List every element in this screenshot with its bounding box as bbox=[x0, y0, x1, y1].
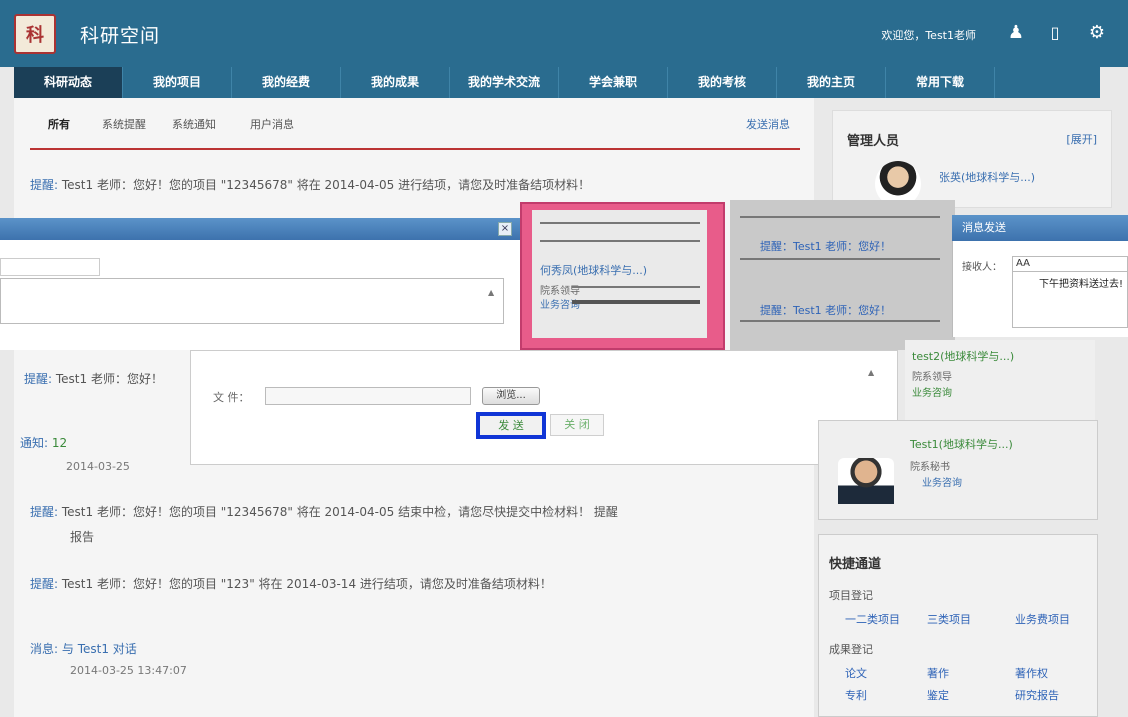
divider bbox=[540, 222, 700, 224]
send-message-link[interactable]: 发送消息 bbox=[746, 116, 790, 132]
project-section-label: 项目登记 bbox=[829, 589, 873, 602]
gear-icon[interactable]: ⚙ bbox=[1086, 22, 1108, 44]
tab-system-reminder[interactable]: 系统提醒 bbox=[102, 116, 146, 132]
admin-person-name[interactable]: 何秀凤(地球科学与...) bbox=[540, 262, 647, 278]
tab-all[interactable]: 所有 bbox=[48, 116, 70, 132]
nav-item-assessment[interactable]: 我的考核 bbox=[668, 67, 777, 98]
result-link-copyright[interactable]: 著作权 bbox=[1015, 665, 1048, 681]
notice-date: 2014-03-25 13:47:07 bbox=[70, 664, 187, 677]
main-nav: 科研动态 我的项目 我的经费 我的成果 我的学术交流 学会兼职 我的考核 我的主… bbox=[14, 67, 1100, 98]
result-link-patent[interactable]: 专利 bbox=[845, 687, 867, 703]
nav-item-downloads[interactable]: 常用下载 bbox=[886, 67, 995, 98]
notice-text-continued: 报告 bbox=[70, 530, 95, 544]
browse-button[interactable]: 浏览... bbox=[482, 387, 540, 405]
notice-text: Test1 老师：您好！您的项目 "12345678" 将在 2014-04-0… bbox=[61, 178, 591, 192]
project-link-class12[interactable]: 一二类项目 bbox=[845, 611, 900, 627]
welcome-text: 欢迎您，Test1老师 bbox=[881, 29, 976, 42]
nav-item-research-news[interactable]: 科研动态 bbox=[14, 67, 123, 98]
quick-access-title: 快捷通道 bbox=[829, 557, 882, 572]
result-link-report[interactable]: 研究报告 bbox=[1015, 687, 1059, 703]
result-link-book[interactable]: 著作 bbox=[927, 665, 949, 681]
nav-item-homepage[interactable]: 我的主页 bbox=[777, 67, 886, 98]
notice-item[interactable]: 通知: 12 bbox=[20, 434, 67, 451]
admin-person-role: 院系领导 bbox=[540, 286, 580, 297]
nav-item-funds[interactable]: 我的经费 bbox=[232, 67, 341, 98]
notice-label: 提醒: bbox=[30, 505, 59, 519]
send-button[interactable]: 发 送 bbox=[476, 412, 546, 439]
message-body-textarea[interactable]: 下午把资料送过去! bbox=[1012, 272, 1128, 328]
dialog-textarea[interactable] bbox=[0, 278, 504, 324]
notice-item[interactable]: 消息: 与 Test1 对话 bbox=[30, 640, 137, 657]
project-link-class3[interactable]: 三类项目 bbox=[927, 611, 971, 627]
notice-label: 提醒: bbox=[30, 577, 59, 591]
message-tabs: 所有 系统提醒 系统通知 用户消息 发送消息 bbox=[30, 116, 800, 150]
notice-item[interactable]: 提醒: Test1 老师：您好！您的项目 "12345678" 将在 2014-… bbox=[30, 503, 618, 520]
notice-item[interactable]: 提醒: Test1 老师：您好！ bbox=[24, 370, 163, 387]
message-dialog-title: 消息发送 bbox=[952, 215, 1128, 241]
result-section-label: 成果登记 bbox=[829, 643, 873, 656]
business-consult-link[interactable]: 业务咨询 bbox=[922, 474, 962, 489]
divider bbox=[572, 286, 700, 288]
admin-panel-title: 管理人员 bbox=[847, 134, 900, 149]
scroll-up-icon[interactable]: ▲ bbox=[868, 368, 874, 377]
close-button[interactable]: 关 闭 bbox=[550, 414, 604, 436]
strip-notice[interactable]: 提醒：Test1 老师：您好！ bbox=[760, 238, 891, 254]
notice-label: 通知: bbox=[20, 436, 49, 450]
result-link-paper[interactable]: 论文 bbox=[845, 665, 867, 681]
recipient-input[interactable]: AA bbox=[1012, 256, 1128, 272]
notice-text: Test1 老师：您好！ bbox=[55, 372, 163, 386]
divider bbox=[740, 216, 940, 218]
notice-text: 12 bbox=[51, 436, 68, 450]
recipient-label: 接收人： bbox=[962, 262, 1002, 273]
top-header: 科 科研空间 欢迎您，Test1老师 ♟ ▯ ⚙ bbox=[0, 0, 1128, 67]
project-link-business[interactable]: 业务费项目 bbox=[1015, 611, 1070, 627]
divider bbox=[540, 240, 700, 242]
admin-person-role: 院系秘书 bbox=[910, 462, 950, 473]
notice-label: 提醒: bbox=[24, 372, 53, 386]
app-logo[interactable]: 科 bbox=[14, 14, 56, 54]
nav-item-society-posts[interactable]: 学会兼职 bbox=[559, 67, 668, 98]
scroll-up-icon[interactable]: ▲ bbox=[488, 288, 494, 297]
avatar bbox=[838, 458, 894, 504]
dialog-input[interactable] bbox=[0, 258, 100, 276]
mobile-icon[interactable]: ▯ bbox=[1044, 22, 1066, 44]
nav-item-achievements[interactable]: 我的成果 bbox=[341, 67, 450, 98]
notice-item[interactable]: 提醒: Test1 老师：您好！您的项目 "123" 将在 2014-03-14… bbox=[30, 575, 552, 592]
expand-link[interactable]: [展开] bbox=[1066, 131, 1097, 147]
divider bbox=[740, 320, 940, 322]
result-link-appraisal[interactable]: 鉴定 bbox=[927, 687, 949, 703]
app-title: 科研空间 bbox=[80, 25, 161, 47]
file-dialog bbox=[190, 350, 898, 465]
user-icon[interactable]: ♟ bbox=[1005, 22, 1027, 44]
overlay-panel-gray bbox=[730, 200, 955, 350]
divider bbox=[572, 300, 700, 304]
admin-person-role: 院系领导 bbox=[912, 372, 952, 383]
notice-label: 提醒: bbox=[30, 178, 59, 192]
admin-person-name[interactable]: test2(地球科学与...) bbox=[912, 348, 1014, 364]
nav-item-projects[interactable]: 我的项目 bbox=[123, 67, 232, 98]
quick-access-panel: 快捷通道 项目登记 一二类项目 三类项目 业务费项目 成果登记 论文 著作 著作… bbox=[818, 534, 1098, 717]
business-consult-link[interactable]: 业务咨询 bbox=[912, 384, 952, 399]
nav-item-academic-exchange[interactable]: 我的学术交流 bbox=[450, 67, 559, 98]
tab-user-message[interactable]: 用户消息 bbox=[250, 116, 294, 132]
file-input[interactable] bbox=[265, 387, 471, 405]
admin-person-name[interactable]: 张英(地球科学与...) bbox=[939, 169, 1035, 185]
file-label: 文 件： bbox=[213, 391, 250, 404]
close-icon[interactable]: × bbox=[498, 222, 512, 236]
notice-text: Test1 老师：您好！您的项目 "12345678" 将在 2014-04-0… bbox=[61, 505, 618, 519]
notice-label: 消息: bbox=[30, 642, 59, 656]
notice-item[interactable]: 提醒: Test1 老师：您好！您的项目 "12345678" 将在 2014-… bbox=[30, 176, 590, 193]
strip-notice[interactable]: 提醒：Test1 老师：您好！ bbox=[760, 302, 891, 318]
divider bbox=[740, 258, 940, 260]
notice-text: 与 Test1 对话 bbox=[61, 642, 137, 656]
admin-panel: 管理人员 [展开] 张英(地球科学与...) bbox=[832, 110, 1112, 208]
tab-system-notice[interactable]: 系统通知 bbox=[172, 116, 216, 132]
dialog-title-bar bbox=[0, 218, 520, 240]
admin-person-name[interactable]: Test1(地球科学与...) bbox=[910, 436, 1013, 452]
notice-text: Test1 老师：您好！您的项目 "123" 将在 2014-03-14 进行结… bbox=[61, 577, 552, 591]
notice-date: 2014-03-25 bbox=[66, 460, 130, 473]
